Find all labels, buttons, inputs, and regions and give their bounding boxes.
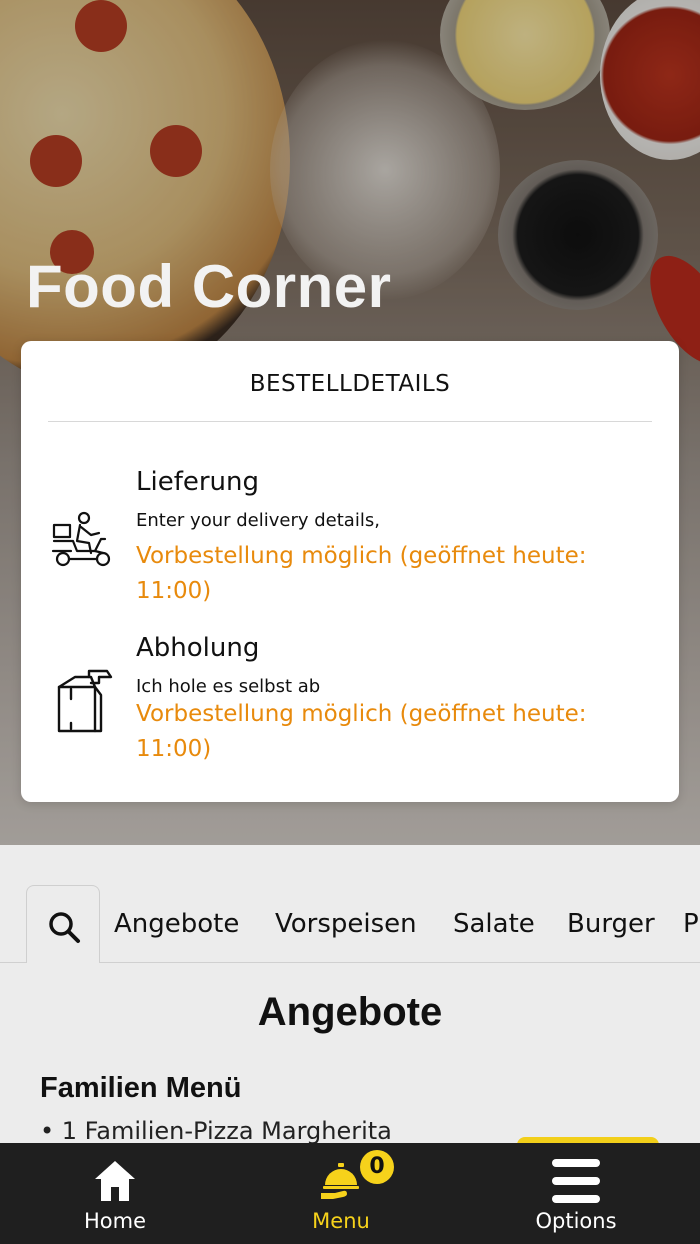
nav-menu[interactable]: Menu — [266, 1143, 416, 1244]
delivery-subtitle: Enter your delivery details, — [136, 510, 380, 531]
search-button[interactable] — [26, 885, 100, 963]
pickup-option[interactable]: Abholung Ich hole es selbst ab Vorbestel… — [21, 631, 679, 781]
pickup-title: Abholung — [136, 633, 260, 663]
pickup-subtitle: Ich hole es selbst ab — [136, 676, 321, 697]
nav-home-label: Home — [83, 1209, 146, 1233]
category-tab-vorspeisen[interactable]: Vorspeisen — [275, 909, 417, 939]
card-divider — [48, 421, 652, 422]
category-tab-salate[interactable]: Salate — [453, 909, 535, 939]
home-icon — [95, 1161, 135, 1201]
menu-item-title[interactable]: Familien Menü — [40, 1072, 241, 1105]
nav-options[interactable]: Options — [501, 1143, 651, 1244]
category-tab-burger[interactable]: Burger — [567, 909, 655, 939]
nav-options-label: Options — [535, 1209, 617, 1233]
takeaway-bag-icon — [57, 669, 113, 733]
delivery-title: Lieferung — [136, 467, 260, 497]
delivery-availability-note: Vorbestellung möglich (geöffnet heute: 1… — [136, 543, 587, 604]
order-details-card: BESTELLDETAILS Lieferung Enter your deli… — [21, 341, 679, 802]
cart-count-badge: 0 — [360, 1150, 394, 1184]
category-bar: Angebote Vorspeisen Salate Burger P — [0, 885, 700, 963]
menu-item-description: • 1 Familien-Pizza Margherita — [40, 1117, 392, 1145]
card-title: BESTELLDETAILS — [249, 371, 451, 397]
category-tab-truncated[interactable]: P — [683, 909, 700, 939]
pickup-availability-note: Vorbestellung möglich (geöffnet heute: 1… — [136, 701, 587, 762]
nav-home[interactable]: Home — [40, 1143, 190, 1244]
section-title: Angebote — [257, 990, 443, 1034]
delivery-scooter-icon — [51, 511, 111, 567]
hamburger-menu-icon — [552, 1159, 600, 1203]
food-tray-icon — [321, 1163, 359, 1199]
nav-menu-label: Menu — [312, 1209, 370, 1233]
delivery-option[interactable]: Lieferung Enter your delivery details, V… — [21, 461, 679, 611]
brand-title: Food Corner — [26, 253, 392, 320]
search-icon — [49, 912, 80, 943]
bottom-navigation: Home Menu 0 Options — [0, 1143, 700, 1244]
category-tab-angebote[interactable]: Angebote — [114, 909, 239, 939]
